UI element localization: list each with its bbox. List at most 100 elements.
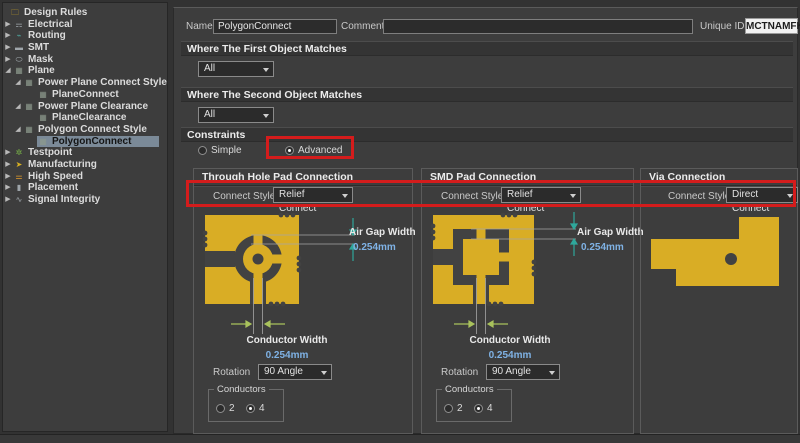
collapse-arrow-icon[interactable]: ◢ [3, 65, 13, 77]
folder-icon: 🗀 [9, 7, 21, 19]
via-connect-style-dropdown[interactable]: Direct Connect [726, 187, 798, 203]
tree-item-polygonconnect-selected[interactable]: ▦ PolygonConnect [3, 136, 167, 148]
tree-item-plane[interactable]: ◢ ▦ Plane [3, 65, 167, 77]
smd-connect-style-dropdown[interactable]: Relief Connect [501, 187, 581, 203]
simple-mode-radio[interactable]: Simple [198, 145, 242, 156]
tht-conductors-4-radio[interactable]: 4 [246, 403, 265, 414]
rule-grid-icon: ▦ [37, 136, 49, 148]
advanced-mode-label: Advanced [298, 145, 342, 156]
tree-item-power-plane-clearance[interactable]: ◢ ▦ Power Plane Clearance [3, 101, 167, 113]
tht-connect-style-dropdown[interactable]: Relief Connect [273, 187, 353, 203]
tht-rotation-dropdown[interactable]: 90 Angle [258, 364, 332, 380]
collapse-arrow-icon[interactable]: ◢ [13, 124, 23, 136]
tree-item-label: Polygon Connect Style [35, 124, 150, 136]
rule-grid-icon: ▦ [23, 101, 35, 113]
expand-arrow-icon[interactable]: ▶ [3, 30, 13, 42]
expand-arrow-icon[interactable]: ▶ [3, 54, 13, 66]
smd-conductors-4-label: 4 [487, 403, 493, 414]
dialog-bottom-strip [0, 434, 800, 443]
tht-air-gap-label: Air Gap Width [349, 227, 416, 238]
via-direct-connect-diagram [640, 206, 798, 306]
tree-item-manufacturing[interactable]: ▶ ➤ Manufacturing [3, 159, 167, 171]
tree-item-smt[interactable]: ▶ ▬ SMT [3, 42, 167, 54]
second-match-section-header: Where The Second Object Matches [181, 87, 793, 102]
second-match-scope-value: All [204, 109, 215, 120]
tree-item-planeconnect[interactable]: ▦ PlaneConnect [3, 89, 167, 101]
expand-arrow-icon[interactable]: ▶ [3, 159, 13, 171]
tree-item-label: Routing [25, 30, 69, 42]
expand-arrow-icon[interactable]: ▶ [3, 42, 13, 54]
tree-item-planeclearance[interactable]: ▦ PlaneClearance [3, 112, 167, 124]
rule-grid-icon: ▦ [37, 89, 49, 101]
tree-item-power-plane-connect-style[interactable]: ◢ ▦ Power Plane Connect Style [3, 77, 167, 89]
radio-off-icon [198, 146, 207, 155]
tree-root-label: Design Rules [21, 7, 90, 19]
smd-air-gap-label: Air Gap Width [577, 227, 644, 238]
manufacturing-icon: ➤ [13, 159, 25, 171]
tree-item-mask[interactable]: ▶ ⬭ Mask [3, 54, 167, 66]
second-match-scope-dropdown[interactable]: All [198, 107, 274, 123]
chevron-down-icon [321, 371, 327, 375]
tht-conductor-width-value: 0.254mm [237, 350, 337, 361]
smd-conductors-group: Conductors 2 4 [436, 389, 512, 422]
smd-rotation-dropdown[interactable]: 90 Angle [486, 364, 560, 380]
radio-on-icon [246, 404, 255, 413]
smd-connect-style-label: Connect Style [441, 191, 503, 202]
tree-item-label: Power Plane Connect Style [35, 77, 168, 89]
chevron-down-icon [787, 194, 793, 198]
tree-root-design-rules[interactable]: 🗀 Design Rules [3, 7, 167, 19]
tree-item-label: PolygonConnect [49, 136, 134, 148]
collapse-arrow-icon[interactable]: ◢ [13, 77, 23, 89]
tree-item-label: Mask [25, 54, 56, 66]
simple-mode-label: Simple [211, 145, 242, 156]
rule-grid-icon: ▦ [37, 112, 49, 124]
radio-on-icon [474, 404, 483, 413]
placement-icon: ▮ [13, 182, 25, 194]
smd-air-gap-value: 0.254mm [581, 242, 624, 253]
routing-icon: ⌁ [13, 30, 25, 42]
rule-editor-panel: Name Comment Unique ID MCTNAMFK Where Th… [173, 7, 798, 434]
via-connect-style-label: Connect Style [668, 191, 730, 202]
chevron-down-icon [570, 194, 576, 198]
first-match-scope-dropdown[interactable]: All [198, 61, 274, 77]
tht-conductors-label: Conductors [214, 384, 269, 395]
tht-conductors-2-radio[interactable]: 2 [216, 403, 235, 414]
smd-conductors-4-radio[interactable]: 4 [474, 403, 493, 414]
mask-icon: ⬭ [13, 54, 25, 66]
name-input[interactable] [213, 19, 337, 34]
first-match-section-header: Where The First Object Matches [181, 41, 793, 56]
expand-arrow-icon[interactable]: ▶ [3, 182, 13, 194]
tree-item-polygon-connect-style[interactable]: ◢ ▦ Polygon Connect Style [3, 124, 167, 136]
tree-item-placement[interactable]: ▶ ▮ Placement [3, 182, 167, 194]
smd-conductors-2-radio[interactable]: 2 [444, 403, 463, 414]
polygon-connect-rule-dialog: 🗀 Design Rules ▶ ⚎ Electrical ▶ ⌁ Routin… [0, 0, 800, 443]
chevron-down-icon [342, 194, 348, 198]
tree-item-label: Electrical [25, 19, 75, 31]
tree-item-signal-integrity[interactable]: ▶ ∿ Signal Integrity [3, 194, 167, 206]
expand-arrow-icon[interactable]: ▶ [3, 19, 13, 31]
constraints-section-header: Constraints [181, 127, 793, 142]
tree-item-high-speed[interactable]: ▶ ⚌ High Speed [3, 171, 167, 183]
smd-rotation-label: Rotation [441, 367, 478, 378]
radio-off-icon [444, 404, 453, 413]
tree-item-label: Manufacturing [25, 159, 100, 171]
electrical-icon: ⚎ [13, 19, 25, 31]
expand-arrow-icon[interactable]: ▶ [3, 171, 13, 183]
tree-item-electrical[interactable]: ▶ ⚎ Electrical [3, 19, 167, 31]
comment-input[interactable] [383, 19, 693, 34]
tree-item-label: Plane [25, 65, 58, 77]
first-match-scope-value: All [204, 63, 215, 74]
tree-item-routing[interactable]: ▶ ⌁ Routing [3, 30, 167, 42]
smt-icon: ▬ [13, 42, 25, 54]
collapse-arrow-icon[interactable]: ◢ [13, 101, 23, 113]
tht-conductors-2-label: 2 [229, 403, 235, 414]
expand-arrow-icon[interactable]: ▶ [3, 147, 13, 159]
smd-conductors-label: Conductors [442, 384, 497, 395]
smd-conductors-2-label: 2 [457, 403, 463, 414]
chevron-down-icon [549, 371, 555, 375]
tree-item-testpoint[interactable]: ▶ ✲ Testpoint [3, 147, 167, 159]
radio-on-icon [285, 146, 294, 155]
advanced-mode-radio[interactable]: Advanced [285, 145, 342, 156]
expand-arrow-icon[interactable]: ▶ [3, 194, 13, 206]
tree-item-label: High Speed [25, 171, 86, 183]
